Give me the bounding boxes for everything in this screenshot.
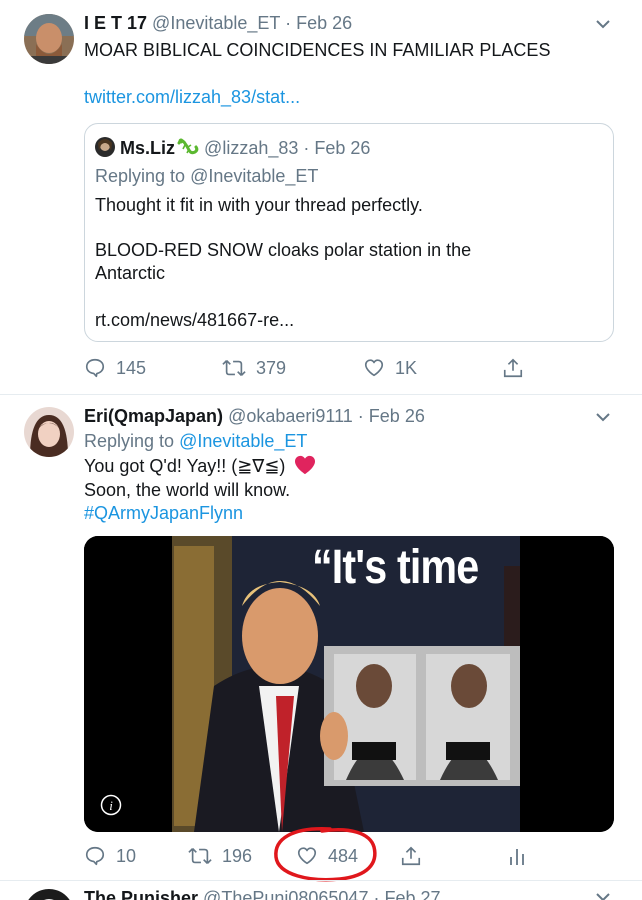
retweet-count: 196	[222, 845, 253, 866]
retweet-icon	[188, 845, 212, 867]
separator: ·	[303, 138, 310, 158]
chevron-down-icon[interactable]	[596, 889, 610, 900]
share-button[interactable]	[502, 357, 524, 379]
tweet-text-line-1: You got Q'd! Yay!! (≧∇≦)	[84, 455, 316, 481]
info-icon[interactable]: i	[100, 794, 122, 821]
replying-handle[interactable]: @Inevitable_ET	[179, 431, 307, 451]
gecko-emoji-icon	[177, 137, 199, 162]
avatar[interactable]	[95, 137, 115, 162]
tweet-header: The Punisher @ThePuni08065047 · Feb 27	[84, 887, 441, 900]
separator: ·	[357, 406, 364, 426]
tweet-1[interactable]: I E T 17 @Inevitable_ET · Feb 26 MOAR BI…	[0, 0, 642, 394]
user-handle[interactable]: @ThePuni08065047	[203, 888, 368, 900]
replying-to: Replying to @Inevitable_ET	[95, 165, 318, 188]
like-icon	[363, 357, 385, 379]
reply-icon	[84, 845, 106, 867]
reply-button[interactable]: 145	[84, 357, 146, 379]
display-name[interactable]: I E T 17	[84, 13, 147, 33]
image-caption: “It's time	[312, 541, 479, 594]
avatar[interactable]	[24, 407, 74, 457]
tweet-image[interactable]: “It's time i	[84, 536, 614, 832]
chevron-down-icon[interactable]	[596, 409, 610, 427]
tweet-date[interactable]: Feb 26	[369, 406, 425, 426]
share-button[interactable]	[400, 845, 422, 867]
separator: ·	[373, 888, 380, 900]
display-name[interactable]: The Punisher	[84, 888, 198, 900]
separator: ·	[285, 13, 292, 33]
analytics-button[interactable]	[508, 845, 526, 867]
quote-header: Ms.Liz @lizzah_83 · Feb 26	[95, 137, 370, 162]
user-handle[interactable]: @okabaeri9111	[228, 406, 353, 426]
retweet-count: 379	[256, 357, 287, 378]
user-handle[interactable]: @Inevitable_ET	[152, 13, 280, 33]
display-name[interactable]: Eri(QmapJapan)	[84, 406, 223, 426]
retweet-button[interactable]: 379	[222, 357, 286, 379]
heart-emoji-icon	[294, 455, 316, 481]
chevron-down-icon[interactable]	[596, 16, 610, 34]
avatar[interactable]	[24, 889, 74, 900]
user-handle[interactable]: @lizzah_83	[204, 138, 298, 158]
quote-link[interactable]: rt.com/news/481667-re...	[95, 309, 294, 332]
quoted-tweet[interactable]: Ms.Liz @lizzah_83 · Feb 26 Replying to @…	[84, 123, 614, 342]
tweet-link[interactable]: twitter.com/lizzah_83/stat...	[84, 86, 300, 109]
tweet-text-line-2: Soon, the world will know.	[84, 480, 291, 500]
replying-handle[interactable]: @Inevitable_ET	[190, 166, 318, 186]
tweet-2[interactable]: Eri(QmapJapan) @okabaeri9111 · Feb 26 Re…	[0, 395, 642, 882]
tweet-text: MOAR BIBLICAL COINCIDENCES IN FAMILIAR P…	[84, 40, 551, 60]
avatar[interactable]	[24, 14, 74, 64]
replying-prefix: Replying to	[84, 431, 175, 451]
analytics-icon	[508, 845, 526, 867]
tweet-3[interactable]: The Punisher @ThePuni08065047 · Feb 27	[0, 881, 642, 900]
like-count: 1K	[395, 357, 418, 378]
quote-text-line-1: BLOOD-RED SNOW cloaks polar station in t…	[95, 240, 472, 260]
reply-icon	[84, 357, 106, 379]
reply-count: 145	[116, 357, 147, 378]
tweet-header: I E T 17 @Inevitable_ET · Feb 26	[84, 12, 352, 34]
tweet-date[interactable]: Feb 26	[296, 13, 352, 33]
share-icon	[502, 357, 524, 379]
replying-to: Replying to @Inevitable_ET	[84, 430, 307, 453]
tweet-date[interactable]: Feb 26	[314, 138, 370, 158]
reply-count: 10	[116, 845, 137, 866]
tweet-text: You got Q'd! Yay!! (≧∇≦)	[84, 456, 286, 476]
share-icon	[400, 845, 422, 867]
tweet-date[interactable]: Feb 27	[384, 888, 440, 900]
like-button[interactable]: 1K	[363, 357, 417, 379]
reply-button[interactable]: 10	[84, 845, 136, 867]
retweet-icon	[222, 357, 246, 379]
svg-text:i: i	[109, 798, 113, 813]
replying-prefix: Replying to	[95, 166, 186, 186]
tweet-actions: 145 379 1K	[84, 357, 534, 385]
hashtag-link[interactable]: #QArmyJapanFlynn	[84, 502, 243, 525]
tweet-header: Eri(QmapJapan) @okabaeri9111 · Feb 26	[84, 405, 425, 427]
display-name[interactable]: Ms.Liz	[120, 138, 175, 158]
quote-text-line-2: Antarctic	[95, 263, 166, 283]
retweet-button[interactable]: 196	[188, 845, 252, 867]
quote-text: Thought it fit in with your thread perfe…	[95, 195, 423, 215]
